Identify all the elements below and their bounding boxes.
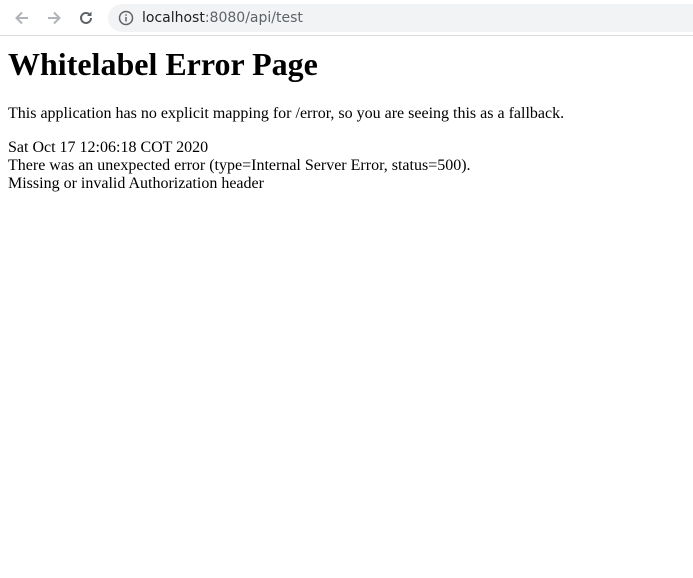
- reload-icon: [80, 11, 92, 24]
- page-title: Whitelabel Error Page: [8, 46, 318, 82]
- reload-button[interactable]: [74, 6, 98, 30]
- error-timestamp: Sat Oct 17 12:06:18 COT 2020: [8, 139, 209, 156]
- error-details: Sat Oct 17 12:06:18 COT 2020 There was a…: [8, 139, 688, 193]
- url-host: localhost: [142, 10, 205, 26]
- fallback-message: This application has no explicit mapping…: [8, 105, 565, 122]
- browser-toolbar: localhost:8080/api/test: [0, 0, 693, 36]
- error-type: There was an unexpected error (type=Inte…: [8, 157, 471, 174]
- address-bar[interactable]: localhost:8080/api/test: [108, 4, 693, 32]
- url-text[interactable]: localhost:8080/api/test: [142, 9, 303, 27]
- arrow-right-icon: [48, 11, 61, 25]
- arrow-left-icon: [15, 11, 28, 25]
- info-icon[interactable]: [118, 10, 134, 26]
- forward-button[interactable]: [42, 6, 66, 30]
- back-button[interactable]: [10, 6, 34, 30]
- error-message: Missing or invalid Authorization header: [8, 175, 264, 192]
- page-content: Whitelabel Error Page This application h…: [8, 38, 688, 193]
- url-path: :8080/api/test: [204, 10, 303, 26]
